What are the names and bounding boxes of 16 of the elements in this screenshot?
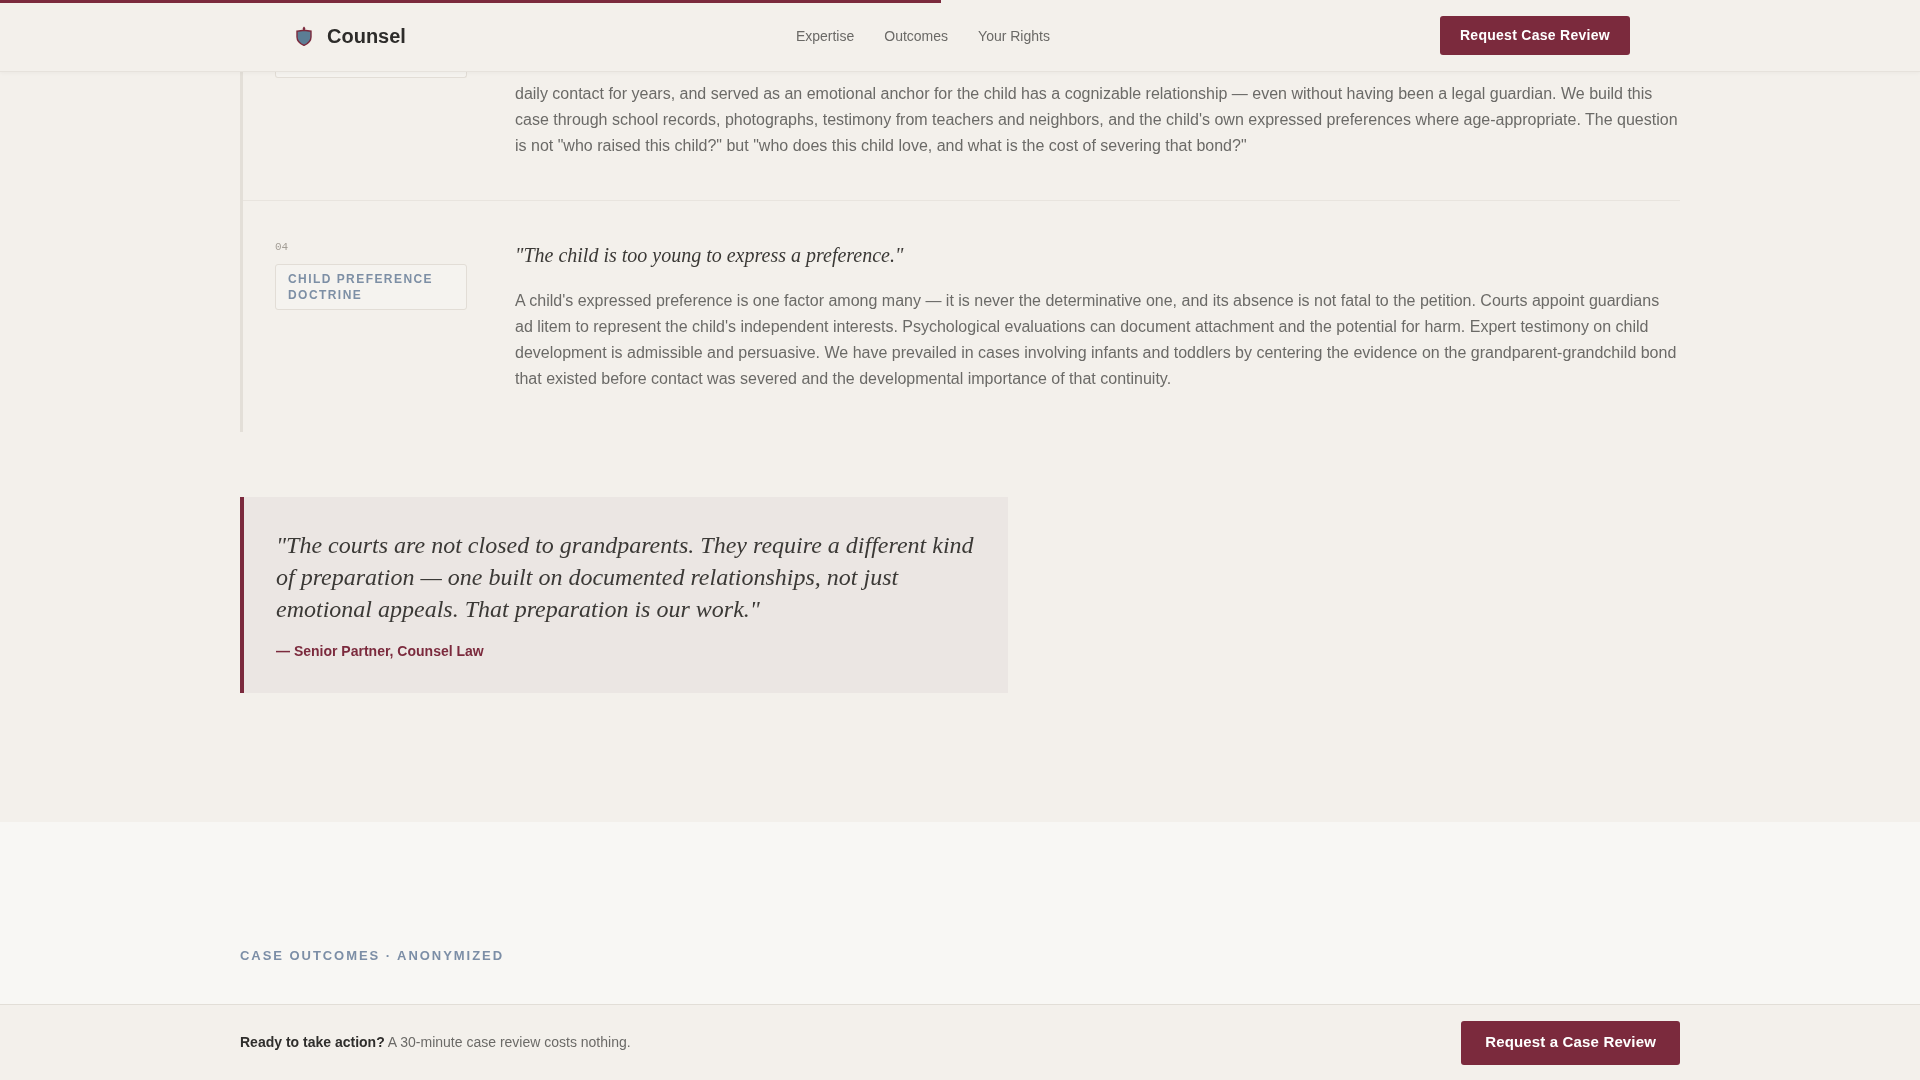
nav-link[interactable]: Your Rights <box>978 26 1050 47</box>
section-eyebrow: CASE OUTCOMES · ANONYMIZED <box>240 947 504 965</box>
objection-quote: "The child is too young to express a preference." <box>515 243 904 269</box>
quote-attribution: — Senior Partner, Counsel Law <box>276 642 484 661</box>
request-review-button[interactable]: Request a Case Review <box>1461 1020 1680 1065</box>
item-number: 04 <box>275 240 289 255</box>
shield-logo-icon <box>295 25 313 46</box>
brand-name: Counsel <box>327 23 406 49</box>
pull-quote-text: "The courts are not closed to grandparents. They require a different kind of preparation — one built on documented relationships, not just emotional appeals. That preparation is our work." <box>276 531 975 624</box>
response-paragraph: daily contact for years, and served as an emotional anchor for the child has a cognizable relationship — even without having been a legal guardian. We build this case through school records, photographs, testimony from teachers and neighbors, and the child's own expressed preferences where age-appropriate. The question is not "who raised this child?" but "who does this child love, and what is the cost of severing that bond?" <box>515 84 1679 156</box>
action-prompt: Ready to take action? A 30-minute case review costs nothing. <box>240 1033 631 1052</box>
doctrine-tag: CHILD PREFERENCE DOCTRINE <box>275 264 467 310</box>
response-paragraph: A child's expressed preference is one factor among many — it is never the determinative one, and its absence is not fatal to the petition. Courts appoint guardians ad litem to represent the child's independent interests. Psychological evaluations can document attachment and the potential for harm. Expert testimony on child development is admissible and persuasive. We have prevailed in cases involving infants and toddlers by centering the evidence on the grandparent-grandchild bond that existed before contact was severed and the developmental importance of that continuity. <box>515 291 1678 389</box>
nav-link[interactable]: Expertise <box>795 26 855 47</box>
request-review-button[interactable]: Request Case Review <box>1439 16 1630 55</box>
nav-link[interactable]: Outcomes <box>884 26 949 47</box>
